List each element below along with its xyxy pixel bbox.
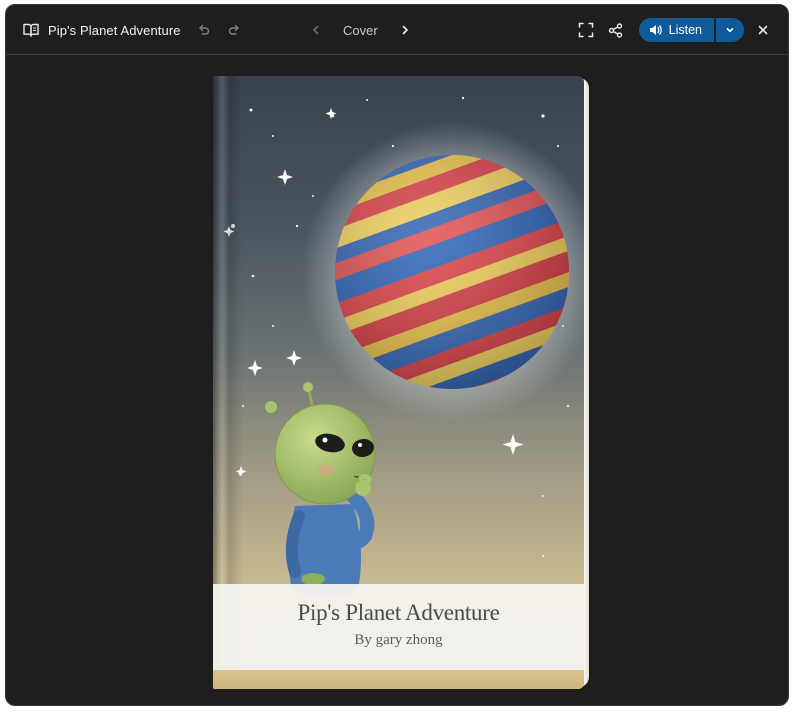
chevron-right-icon: [402, 25, 408, 35]
cover-bottom-strip: [213, 670, 584, 689]
toolbar-left: Pip's Planet Adventure: [22, 5, 247, 55]
book-title: Pip's Planet Adventure: [297, 600, 500, 625]
share-icon: [608, 22, 623, 38]
share-button[interactable]: [603, 17, 629, 43]
close-button[interactable]: [750, 17, 776, 43]
alien-pip: [265, 382, 376, 594]
close-icon: [758, 25, 768, 35]
listen-label: Listen: [668, 23, 702, 37]
listen-button[interactable]: Listen: [638, 18, 714, 42]
listen-options-button[interactable]: [716, 18, 744, 42]
undo-icon: [198, 24, 209, 35]
book-author: By gary zhong: [354, 632, 443, 648]
next-page-button[interactable]: [392, 17, 418, 43]
fullscreen-icon: [578, 22, 593, 38]
book-cover: Pip's Planet Adventure By gary zhong: [213, 76, 584, 689]
prev-page-button[interactable]: [303, 17, 329, 43]
chevron-down-icon: [726, 28, 734, 33]
page-navigation: Cover: [303, 5, 418, 55]
redo-button[interactable]: [221, 17, 247, 43]
reader-window: Pip's Planet Adventure Cover Listen Pip'…: [5, 4, 789, 706]
toolbar-right: Listen: [573, 5, 776, 55]
book-open-icon: [22, 21, 40, 39]
chevron-left-icon: [313, 25, 319, 35]
toolbar: Pip's Planet Adventure Cover Listen: [6, 5, 788, 55]
redo-icon: [228, 24, 239, 35]
listen-control: Listen: [638, 18, 744, 42]
book-viewer: Pip's Planet Adventure By gary zhong: [6, 55, 788, 705]
book[interactable]: Pip's Planet Adventure By gary zhong: [213, 76, 593, 689]
undo-button[interactable]: [191, 17, 217, 43]
fullscreen-button[interactable]: [573, 17, 599, 43]
speaker-icon: [649, 25, 662, 35]
cover-title-band: Pip's Planet Adventure By gary zhong: [213, 584, 584, 670]
current-page-label: Cover: [343, 22, 378, 38]
app-title: Pip's Planet Adventure: [48, 22, 181, 38]
